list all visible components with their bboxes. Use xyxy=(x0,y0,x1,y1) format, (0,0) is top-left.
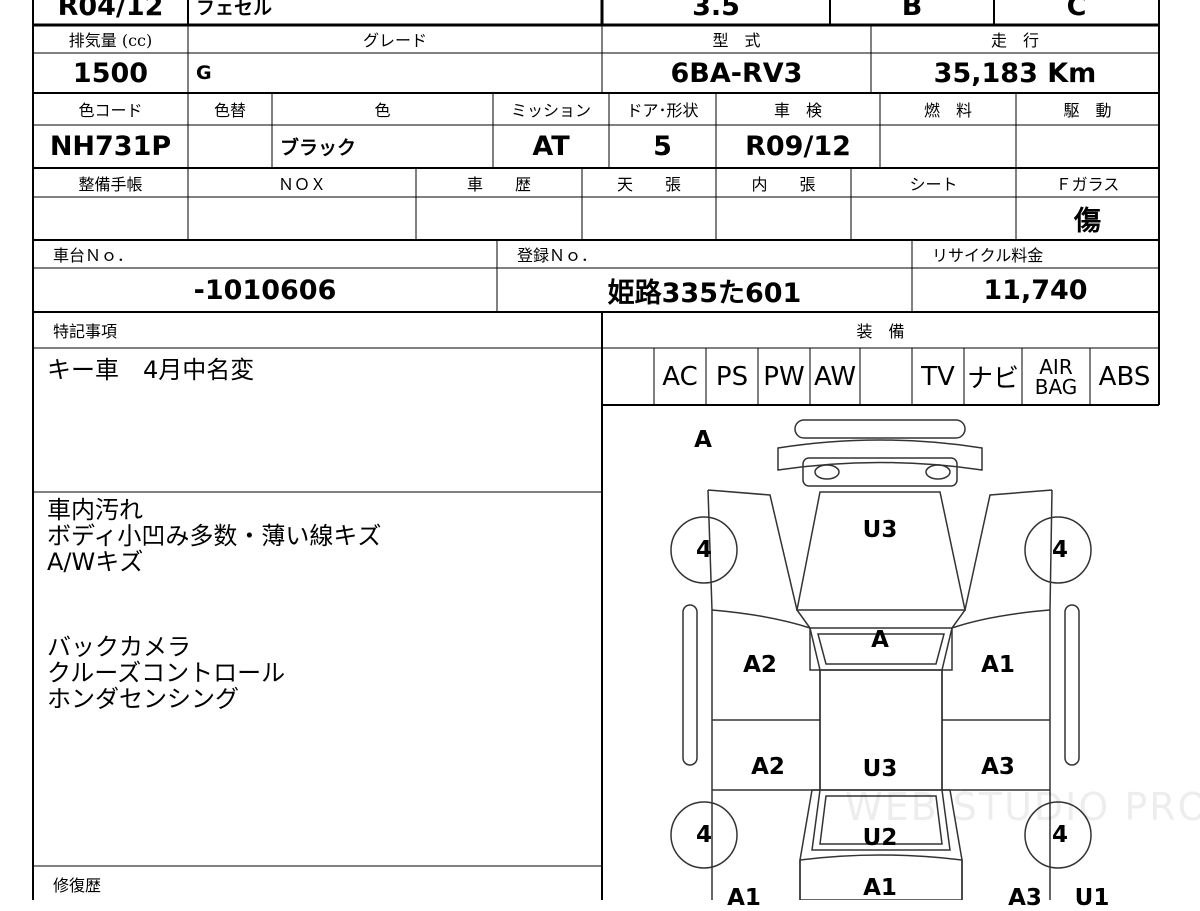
recycle-fee-value: 11,740 xyxy=(983,274,1088,306)
equipment-cell-blank xyxy=(602,348,654,405)
mark-bottom-far-right: U1 xyxy=(1074,885,1110,911)
watermark: WEB STUDIO PRO xyxy=(845,785,1200,829)
interior-grade: B xyxy=(901,0,923,22)
mark-tire-rear-left: 4 xyxy=(695,822,713,848)
mark-door-rear-left: A2 xyxy=(751,754,785,780)
mark-bottom-left: A1 xyxy=(727,885,761,911)
remarks-note-key: キー車 4月中名変 xyxy=(47,356,255,384)
seat-value xyxy=(851,197,1016,240)
front-glass-value: 傷 xyxy=(1074,206,1101,237)
doors-label: ドア･形状 xyxy=(626,101,699,120)
equipment-navi: ナビ xyxy=(966,364,1019,394)
mark-roof: U3 xyxy=(862,756,898,782)
mark-hood: U3 xyxy=(862,517,898,543)
equipment-aw: AW xyxy=(813,361,857,392)
recycle-fee-label: リサイクル料金 xyxy=(932,246,1044,265)
overall-score: 3.5 xyxy=(692,0,740,22)
mark-front-bumper: A xyxy=(694,427,712,453)
service-book-value xyxy=(33,197,188,240)
registration-number-value: 姫路335た601 xyxy=(607,277,802,309)
mark-tire-front-right: 4 xyxy=(1051,537,1069,563)
repair-history-label: 修復歴 xyxy=(53,876,102,895)
mark-bottom-right: A3 xyxy=(1008,885,1042,911)
mileage-label: 走 行 xyxy=(990,31,1039,50)
front-glass-label: Ｆガラス xyxy=(1055,174,1120,194)
mark-windshield: A xyxy=(871,627,889,653)
service-book-label: 整備手帳 xyxy=(78,174,143,194)
seat-label: シート xyxy=(909,174,958,194)
mileage-value: 35,183 Km xyxy=(933,57,1097,89)
airbag-label-part: AIR xyxy=(1039,354,1073,379)
equipment-ac: AC xyxy=(662,361,698,392)
equipment-abs: ABS xyxy=(1098,361,1151,392)
mark-fender-right: A1 xyxy=(981,652,1015,678)
equipment-cell-empty xyxy=(860,348,912,405)
equipment-ps: PS xyxy=(715,361,749,392)
color-code-value: NH731P xyxy=(49,131,172,162)
displacement-value: 1500 xyxy=(72,57,149,89)
mark-door-rear-right: A3 xyxy=(981,754,1015,780)
grade-value: G xyxy=(196,62,212,84)
grade-label: グレード xyxy=(362,31,427,50)
chassis-number-value: -1010606 xyxy=(193,274,337,306)
drive-value xyxy=(1016,125,1159,168)
inspection-label: 車 検 xyxy=(773,101,822,120)
airbag-label-part: BAG xyxy=(1034,374,1078,399)
interior-trim-label: 内 張 xyxy=(751,174,816,194)
first-registration-date: R04/12 xyxy=(57,0,164,22)
sunroof-label: 天 張 xyxy=(616,174,681,194)
remarks-label: 特記事項 xyxy=(53,322,118,341)
color-change-label: 色替 xyxy=(213,101,246,120)
fuel-label: 燃 料 xyxy=(923,101,972,120)
exterior-grade: C xyxy=(1066,0,1087,22)
color-code-label: 色コード xyxy=(78,101,143,120)
displacement-label: 排気量 (cc) xyxy=(68,31,153,50)
mark-tire-front-left: 4 xyxy=(695,537,713,563)
sunroof-value xyxy=(582,197,716,240)
model-code-value: 6BA-RV3 xyxy=(670,57,803,89)
doors-value: 5 xyxy=(653,131,672,162)
nox-label: ＮＯＸ xyxy=(277,174,326,194)
interior-trim-value xyxy=(716,197,851,240)
equipment-tv: TV xyxy=(921,361,955,392)
history-value xyxy=(416,197,582,240)
model-code-label: 型 式 xyxy=(712,31,761,50)
history-label: 車 歴 xyxy=(466,174,531,194)
remarks-note-condition: 車内汚れ ボディ小凹み多数・薄い線キズ A/Wキズ xyxy=(47,496,382,576)
registration-number-label: 登録Ｎｏ． xyxy=(517,246,598,265)
drive-label: 駆 動 xyxy=(1063,101,1112,120)
nox-value xyxy=(188,197,416,240)
equipment-label: 装 備 xyxy=(856,322,905,341)
color-value: ブラック xyxy=(280,137,357,159)
color-label: 色 xyxy=(374,101,391,120)
color-change-value xyxy=(188,125,272,168)
car-name: フェセル xyxy=(196,0,273,19)
equipment-airbag: AIR BAG xyxy=(1022,348,1090,405)
mission-label: ミッション xyxy=(510,101,591,120)
equipment-pw: PW xyxy=(763,361,805,392)
remarks-note-features: バックカメラ クルーズコントロール ホンダセンシング xyxy=(47,633,286,713)
fuel-value xyxy=(880,125,1016,168)
mark-fender-left: A2 xyxy=(743,652,777,678)
mission-value: AT xyxy=(532,131,570,162)
inspection-value: R09/12 xyxy=(745,131,851,162)
mark-bottom-center: A1 xyxy=(863,875,897,901)
chassis-number-label: 車台Ｎｏ． xyxy=(53,246,134,265)
